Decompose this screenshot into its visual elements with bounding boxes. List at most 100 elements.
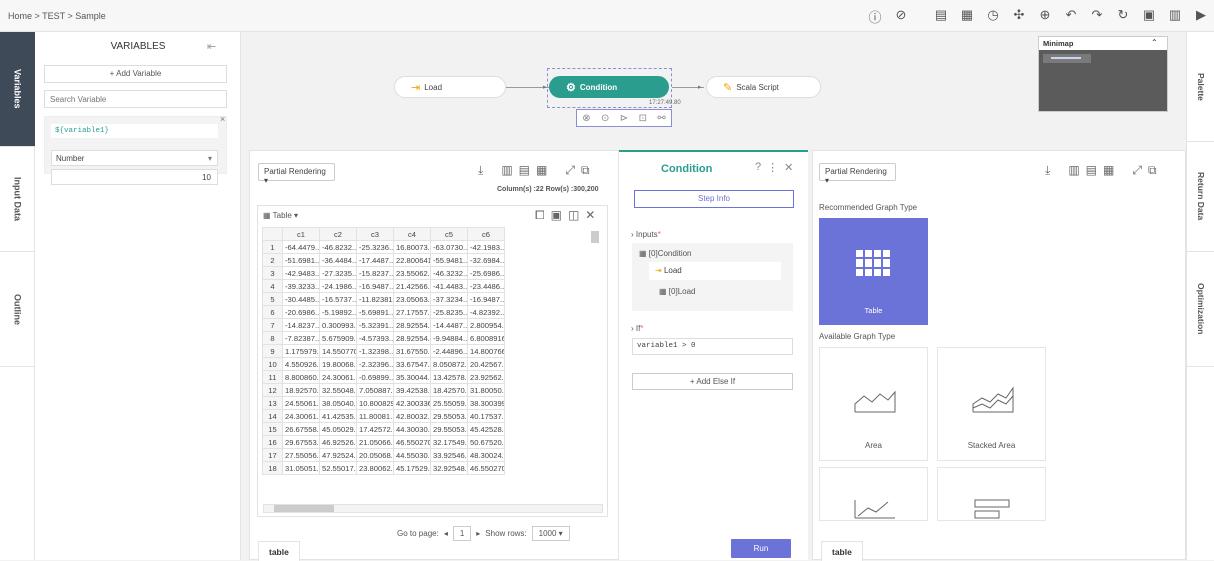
next-page-icon[interactable]: ▸	[476, 529, 480, 538]
expand-icon[interactable]: ⤢	[565, 163, 575, 178]
table-cell[interactable]: -41.4483...	[430, 279, 468, 293]
close-icon[interactable]: ✕	[585, 208, 595, 223]
add-variable-button[interactable]: + Add Variable	[44, 65, 227, 83]
table-cell[interactable]: -55.9481...	[430, 253, 468, 267]
table-cell[interactable]: 32.17549...	[430, 435, 468, 449]
table-cell[interactable]: 44.55030...	[393, 448, 431, 462]
table-cell[interactable]: 33.92546...	[430, 448, 468, 462]
table-cell[interactable]: 29.55053...	[430, 422, 468, 436]
table-cell[interactable]: 14.5507705	[319, 344, 357, 358]
link-icon[interactable]: ⚯	[657, 113, 665, 124]
table-row[interactable]: 1 -64.4479... -46.8232... -25.3236... 16.800…	[262, 240, 505, 254]
column-header-c1[interactable]: c1	[282, 227, 320, 241]
variable-name[interactable]: ${variable1}	[51, 124, 218, 138]
column-header-c2[interactable]: c2	[319, 227, 357, 241]
table-cell[interactable]: 24.55061...	[282, 396, 320, 410]
table-cell[interactable]: 20.05068...	[356, 448, 394, 462]
table-cell[interactable]: 28.92554...	[393, 331, 431, 345]
rendering-select[interactable]: Partial Rendering ▾	[258, 163, 335, 185]
move-icon[interactable]: ✣	[1006, 7, 1032, 25]
table-cell[interactable]: -14.8237...	[282, 318, 320, 332]
undo-icon[interactable]: ↶	[1058, 7, 1084, 25]
popout-icon[interactable]: ⧉	[581, 163, 590, 178]
table-cell[interactable]: -24.1986...	[319, 279, 357, 293]
table-cell[interactable]: 2.800954...	[467, 318, 505, 332]
download-icon[interactable]: ⤓	[478, 163, 483, 178]
table-cell[interactable]: 42.80032...	[393, 409, 431, 423]
table-cell[interactable]: -51.6981...	[282, 253, 320, 267]
table-cell[interactable]: -5.69891...	[356, 305, 394, 319]
grid-icon[interactable]: ▦	[1103, 163, 1114, 178]
table-cell[interactable]: 4.550926...	[282, 357, 320, 371]
table-cell[interactable]: -42.1983...	[467, 240, 505, 254]
table-cell[interactable]: 23.92562...	[467, 370, 505, 384]
stop-icon[interactable]: ⊡	[639, 113, 647, 124]
collapse-icon[interactable]: ⇤	[207, 40, 216, 53]
table-cell[interactable]: 0.300993...	[319, 318, 357, 332]
table-cell[interactable]: 39.42538...	[393, 383, 431, 397]
table-cell[interactable]: 8.050872...	[430, 357, 468, 371]
vertical-scrollbar[interactable]	[591, 231, 599, 243]
table-row[interactable]: 5-30.4485...-16.5737...-11.82381...23.05…	[262, 292, 505, 306]
table-cell[interactable]: 24.30061...	[319, 370, 357, 384]
table-cell[interactable]: -11.82381...	[356, 292, 394, 306]
table-cell[interactable]: -17.4487...	[356, 253, 394, 267]
table-cell[interactable]: 45.05029...	[319, 422, 357, 436]
page-input[interactable]: 1	[452, 526, 472, 541]
table-cell[interactable]: 28.92554...	[393, 318, 431, 332]
table-cell[interactable]: 46.92526...	[319, 435, 357, 449]
info-icon[interactable]: ⓘ	[862, 7, 888, 25]
table-cell[interactable]: 5.675909...	[319, 331, 357, 345]
inputs-label[interactable]: › Inputs*	[631, 230, 661, 239]
table-cell[interactable]: -23.4486...	[467, 279, 505, 293]
tab-variables[interactable]: Variables	[0, 32, 35, 147]
load-sub-item[interactable]: ▦ [0]Load	[659, 287, 696, 296]
table-row[interactable]: 6 -20.6986... -5.19892... -5.69891... 27.175…	[262, 305, 505, 319]
run-icon[interactable]: ⊳	[620, 113, 628, 124]
chevron-up-icon[interactable]: ⌃	[1151, 38, 1158, 47]
column-header-c3[interactable]: c3	[356, 227, 394, 241]
graph-card-table[interactable]: Table	[819, 218, 928, 325]
tab-input-data[interactable]: Input Data	[0, 147, 35, 252]
variable-type-select[interactable]: Number ▾	[51, 150, 218, 166]
table-cell[interactable]: 48.30024...	[467, 448, 505, 462]
table-cell[interactable]: -16.5737...	[319, 292, 357, 306]
step-info-button[interactable]: Step Info	[634, 190, 794, 208]
refresh-icon[interactable]: ↻	[1110, 7, 1136, 25]
table-cell[interactable]: 52.55017...	[319, 461, 357, 475]
node-condition[interactable]: ⚙ Condition	[549, 76, 669, 98]
show-rows-select[interactable]: 1000 ▾	[531, 526, 570, 541]
table-cell[interactable]: 31.80050...	[467, 383, 505, 397]
table-cell[interactable]: -46.8232...	[319, 240, 357, 254]
table-cell[interactable]: 44.30030...	[393, 422, 431, 436]
columns-icon[interactable]: ▥	[1068, 163, 1079, 178]
export-icon[interactable]: ⧠	[535, 208, 545, 223]
close-icon[interactable]: ×	[220, 114, 225, 124]
table-cell[interactable]: -5.32391...	[356, 318, 394, 332]
table-cell[interactable]: -20.6986...	[282, 305, 320, 319]
table-row[interactable]: 8 -7.82387... 5.675909... -4.57393... 28.925…	[262, 331, 505, 345]
if-label[interactable]: › If*	[631, 324, 643, 333]
breadcrumb[interactable]: Home > TEST > Sample	[8, 11, 106, 21]
table-cell[interactable]: 10.8008291	[356, 396, 394, 410]
table-row[interactable]: 10 4.550926... 19.80068... -2.32396... 33.67…	[262, 357, 505, 371]
redo-icon[interactable]: ↷	[1084, 7, 1110, 25]
table-cell[interactable]: 31.67550...	[393, 344, 431, 358]
table-row[interactable]: 12 18.92570... 32.55048... 7.050887... 39.42…	[262, 383, 505, 397]
table-cell[interactable]: 17.42572...	[356, 422, 394, 436]
delete-icon[interactable]: ⊗	[582, 113, 590, 124]
table-cell[interactable]: -2.44896...	[430, 344, 468, 358]
table-cell[interactable]: -25.3236...	[356, 240, 394, 254]
horizontal-scrollbar[interactable]	[263, 504, 603, 513]
table-cell[interactable]: -36.4484...	[319, 253, 357, 267]
table-cell[interactable]: 18.92570...	[282, 383, 320, 397]
column-header-c6[interactable]: c6	[467, 227, 505, 241]
tab-table-left[interactable]: table	[258, 541, 300, 561]
tab-palette[interactable]: Palette	[1187, 32, 1214, 142]
table-cell[interactable]: 1.175979...	[282, 344, 320, 358]
copy-icon[interactable]: ◫	[568, 208, 579, 223]
table-cell[interactable]: -7.82387...	[282, 331, 320, 345]
table-cell[interactable]: 41.42535...	[319, 409, 357, 423]
table-cell[interactable]: 25.55059...	[430, 396, 468, 410]
table-cell[interactable]: 26.67558...	[282, 422, 320, 436]
